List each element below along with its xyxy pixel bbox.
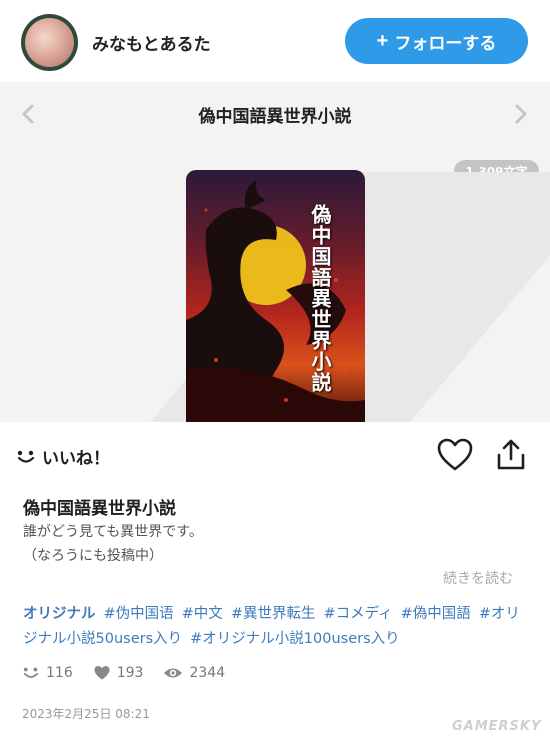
avatar[interactable] <box>21 14 78 71</box>
post-date: 2023年2月25日 08:21 <box>22 707 150 721</box>
plus-icon: + <box>376 30 389 52</box>
heart-icon <box>94 665 110 680</box>
cover-image[interactable]: 偽中国語異世界小説 <box>186 170 365 422</box>
action-bar: いいね！ <box>0 422 550 488</box>
bookmarks-count: 193 <box>116 665 144 681</box>
watermark: GAMERSKY <box>452 719 542 734</box>
bookmarks-stat: 193 <box>93 665 144 681</box>
likes-stat: 116 <box>22 665 73 681</box>
tag[interactable]: #伪中国语 <box>104 606 174 622</box>
share-icon[interactable] <box>496 439 526 471</box>
tag[interactable]: #オリジナル小説100users入り <box>190 631 400 647</box>
read-more-link[interactable]: 続きを読む <box>443 568 513 588</box>
likes-count: 116 <box>46 665 73 681</box>
heart-outline-icon[interactable] <box>437 438 473 472</box>
avatar-image <box>25 18 74 67</box>
stats-bar: 116 193 2344 <box>22 665 245 681</box>
tag[interactable]: #コメディ <box>323 606 392 622</box>
smile-icon <box>23 667 39 678</box>
eye-icon <box>164 668 183 678</box>
tag[interactable]: #異世界転生 <box>231 606 316 622</box>
views-count: 2344 <box>189 665 226 681</box>
work-description-title: 偽中国語異世界小説 <box>23 499 176 519</box>
work-title: 偽中国語異世界小説 <box>198 107 352 127</box>
views-stat: 2344 <box>163 665 225 681</box>
like-button[interactable]: いいね！ <box>16 444 110 469</box>
description-text: （なろうにも投稿中） <box>23 548 163 564</box>
header: みなもとあるた + フォローする <box>0 0 550 82</box>
cover-title: 偽中国語異世界小説 <box>308 204 332 393</box>
follow-button[interactable]: + フォローする <box>345 18 528 64</box>
smile-icon <box>17 450 35 463</box>
tag-original[interactable]: オリジナル <box>23 606 96 622</box>
tag[interactable]: #偽中国語 <box>401 606 471 622</box>
tag[interactable]: #中文 <box>182 606 223 622</box>
chevron-right-icon[interactable] <box>508 102 532 126</box>
follow-button-label: フォローする <box>394 33 497 53</box>
tag-list: オリジナル #伪中国语 #中文 #異世界転生 #コメディ #偽中国語 #オリジナル小説50u… <box>23 602 523 652</box>
work-gallery: 偽中国語異世界小説 1,309文字 偽中国語異世界小説 <box>0 82 550 422</box>
username[interactable]: みなもとあるた <box>92 30 211 55</box>
dragon-illustration <box>186 180 365 422</box>
like-label: いいね！ <box>42 449 110 469</box>
description-text: 誰がどう見ても異世界です。 <box>23 524 203 540</box>
